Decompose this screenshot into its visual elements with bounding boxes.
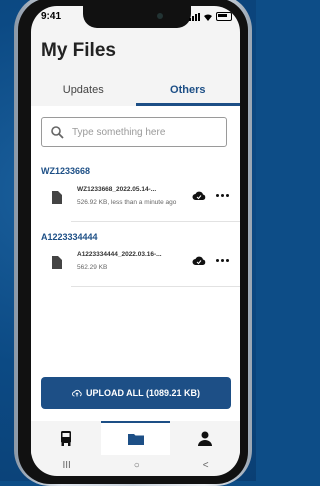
wifi-icon bbox=[204, 13, 212, 21]
more-options-icon[interactable] bbox=[216, 259, 229, 262]
file-meta: 526.92 KB, less than a minute ago bbox=[77, 199, 177, 206]
file-list-panel: Type something here WZ1233668 WZ1233668_… bbox=[31, 106, 240, 421]
divider bbox=[71, 286, 240, 287]
nav-item-transport[interactable] bbox=[31, 421, 101, 455]
bottom-nav bbox=[31, 421, 240, 455]
signal-icon bbox=[189, 12, 200, 21]
group-title: A1223334444 bbox=[41, 232, 98, 242]
file-name: WZ1233668_2022.05.14-... bbox=[77, 186, 157, 193]
file-row[interactable]: A1223334444_2022.03.16-... 562.29 KB bbox=[31, 243, 240, 287]
home-button[interactable]: ○ bbox=[134, 460, 140, 471]
back-button[interactable]: < bbox=[203, 460, 209, 471]
status-time: 9:41 bbox=[41, 11, 62, 22]
person-icon bbox=[198, 431, 213, 446]
cloud-upload-icon bbox=[72, 389, 82, 397]
search-icon bbox=[51, 126, 64, 139]
system-nav-bar: III ○ < bbox=[31, 455, 240, 476]
tab-others[interactable]: Others bbox=[135, 78, 240, 106]
notch bbox=[83, 6, 191, 28]
page-title: My Files bbox=[41, 40, 116, 61]
file-name: A1223334444_2022.03.16-... bbox=[77, 251, 162, 258]
divider bbox=[71, 221, 240, 222]
search-placeholder: Type something here bbox=[72, 126, 166, 138]
cloud-check-icon[interactable] bbox=[192, 255, 206, 266]
upload-all-label: UPLOAD ALL (1089.21 KB) bbox=[85, 388, 201, 398]
folder-icon bbox=[127, 434, 144, 445]
tab-bar: Updates Others bbox=[31, 78, 240, 106]
more-options-icon[interactable] bbox=[216, 194, 229, 197]
app-screen: 9:41 My Files Updates Others Type someth… bbox=[31, 6, 240, 476]
battery-icon bbox=[216, 12, 232, 21]
recent-apps-button[interactable]: III bbox=[62, 460, 70, 471]
group-title: WZ1233668 bbox=[41, 166, 91, 176]
file-meta: 562.29 KB bbox=[77, 264, 108, 271]
nav-item-files[interactable] bbox=[100, 421, 171, 455]
nav-item-profile[interactable] bbox=[170, 421, 240, 455]
cloud-check-icon[interactable] bbox=[192, 190, 206, 201]
file-icon bbox=[52, 191, 62, 204]
bus-icon bbox=[60, 430, 71, 446]
file-row[interactable]: WZ1233668_2022.05.14-... 526.92 KB, less… bbox=[31, 178, 240, 222]
file-icon bbox=[52, 256, 62, 269]
search-input[interactable]: Type something here bbox=[41, 117, 227, 147]
camera-dot bbox=[157, 13, 163, 19]
upload-all-button[interactable]: UPLOAD ALL (1089.21 KB) bbox=[41, 377, 231, 409]
tab-updates[interactable]: Updates bbox=[31, 78, 136, 106]
status-icons bbox=[189, 12, 232, 21]
